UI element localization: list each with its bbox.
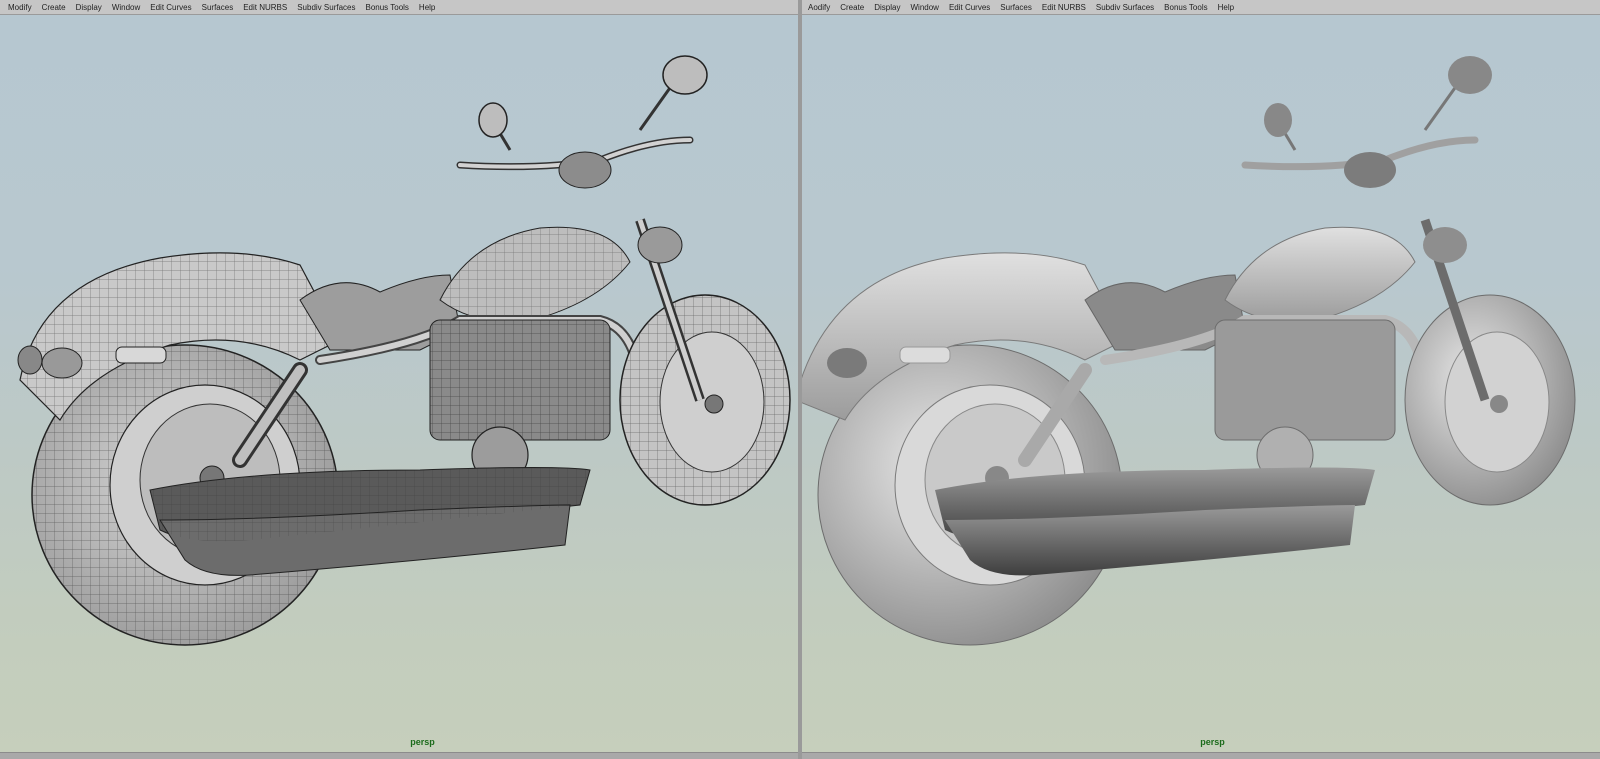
viewport-bottom-border [0,752,800,759]
front-wheel [1404,294,1576,506]
motorcycle-wireframe-model[interactable] [0,0,800,759]
camera-label: persp [410,737,435,747]
viewport-left-wireframe[interactable]: Modify Create Display Window Edit Curves… [0,0,800,759]
motorcycle-shaded-model[interactable] [800,0,1600,759]
front-wheel [619,294,791,506]
viewport-divider[interactable] [798,0,802,759]
viewport-right-shaded[interactable]: Aodify Create Display Window Edit Curves… [800,0,1600,759]
viewport-bottom-border [800,752,1600,759]
camera-label: persp [1200,737,1225,747]
